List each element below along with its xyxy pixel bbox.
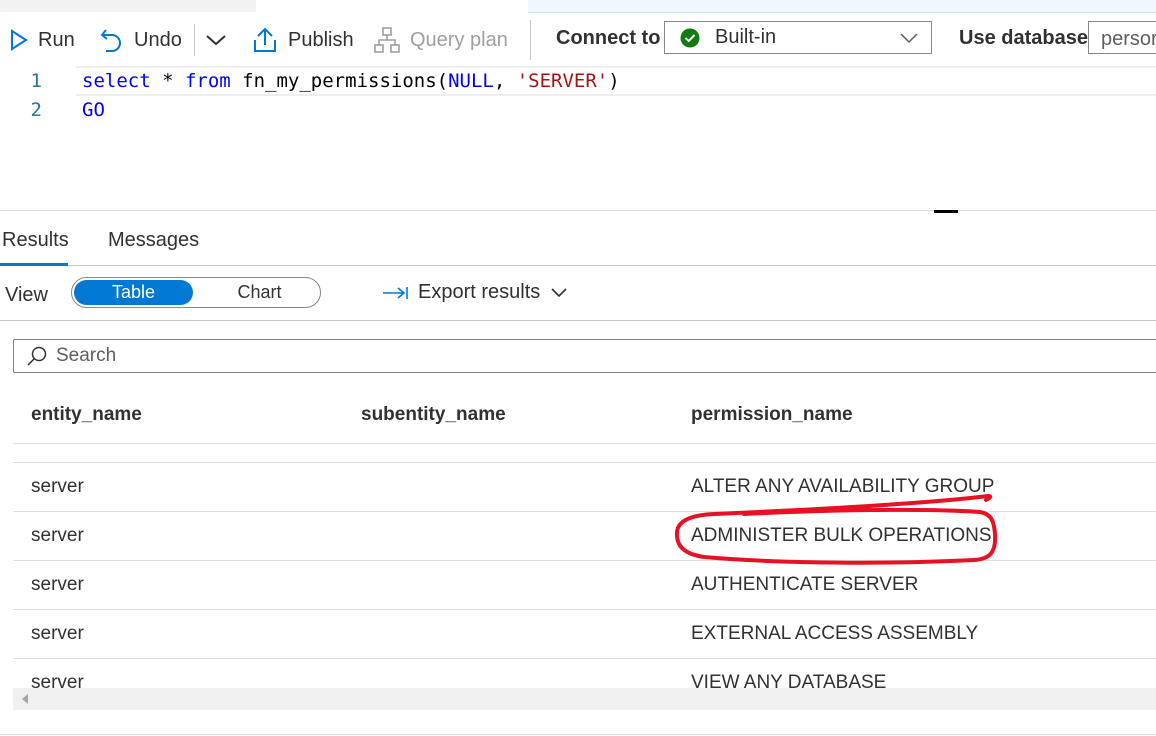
code-function: fn_my_permissions( bbox=[230, 70, 449, 92]
run-button[interactable]: Run bbox=[10, 24, 75, 56]
view-label: View bbox=[5, 284, 48, 306]
query-plan-button[interactable]: Query plan bbox=[374, 24, 508, 56]
chevron-down-icon bbox=[551, 287, 567, 297]
keyword-null: NULL bbox=[448, 70, 494, 92]
tab-results[interactable]: Results bbox=[2, 229, 69, 252]
more-dropdown-button[interactable] bbox=[205, 24, 227, 56]
database-dropdown[interactable]: persor bbox=[1088, 21, 1156, 54]
tab-messages[interactable]: Messages bbox=[108, 229, 199, 252]
code-line-1: select * from fn_my_permissions(NULL, 'S… bbox=[82, 70, 620, 92]
code-line-2: GO bbox=[82, 99, 105, 121]
cell-permission-name: EXTERNAL ACCESS ASSEMBLY bbox=[691, 623, 979, 644]
column-header-permission-name[interactable]: permission_name bbox=[691, 404, 853, 426]
cell-permission-name: AUTHENTICATE SERVER bbox=[691, 574, 919, 595]
code-star: * bbox=[150, 70, 185, 92]
arrow-right-bar-icon bbox=[383, 286, 408, 299]
line-number: 2 bbox=[30, 99, 42, 121]
scroll-left-icon bbox=[22, 694, 28, 704]
code-close-paren: ) bbox=[608, 70, 620, 92]
table-view-option[interactable]: Table bbox=[74, 280, 193, 305]
tabs-divider bbox=[0, 265, 1156, 266]
cell-entity-name: server bbox=[31, 574, 84, 595]
toolbar-divider bbox=[530, 20, 531, 60]
hierarchy-icon bbox=[374, 27, 400, 53]
view-toggle[interactable]: Table Chart bbox=[71, 277, 321, 308]
column-header-subentity-name[interactable]: subentity_name bbox=[361, 404, 506, 426]
play-icon bbox=[11, 29, 28, 51]
chevron-down-icon bbox=[206, 35, 226, 46]
table-row[interactable]: server VIEW ANY DATABASE bbox=[13, 659, 1156, 688]
undo-icon bbox=[100, 29, 121, 52]
export-label: Export results bbox=[418, 281, 541, 303]
pane-splitter[interactable] bbox=[934, 210, 958, 213]
search-input[interactable]: Search bbox=[13, 339, 1156, 373]
connect-to-label: Connect to bbox=[556, 27, 661, 49]
chart-view-option[interactable]: Chart bbox=[212, 280, 307, 305]
bottom-border bbox=[0, 734, 1156, 735]
cell-entity-name: server bbox=[31, 476, 84, 497]
code-comma: , bbox=[493, 70, 517, 92]
connection-value: Built-in bbox=[715, 26, 777, 48]
run-label: Run bbox=[38, 28, 75, 51]
cell-entity-name: server bbox=[31, 525, 84, 546]
cell-permission-name: VIEW ANY DATABASE bbox=[691, 672, 887, 688]
horizontal-scrollbar[interactable] bbox=[13, 688, 1156, 710]
search-icon bbox=[27, 346, 47, 366]
cell-entity-name: server bbox=[31, 672, 84, 688]
publish-button[interactable]: Publish bbox=[252, 24, 354, 56]
code-editor[interactable]: 1 select * from fn_my_permissions(NULL, … bbox=[0, 62, 1156, 210]
view-row-divider bbox=[0, 320, 1156, 321]
tab-strip-right bbox=[528, 0, 1156, 13]
tab-strip-left bbox=[0, 0, 256, 12]
use-database-label: Use database bbox=[959, 27, 1088, 49]
table-row[interactable]: server EXTERNAL ACCESS ASSEMBLY bbox=[13, 610, 1156, 658]
keyword-from: from bbox=[184, 70, 231, 92]
upload-icon bbox=[254, 27, 276, 52]
publish-label: Publish bbox=[288, 28, 354, 51]
table-row[interactable]: server AUTHENTICATE SERVER bbox=[13, 561, 1156, 609]
line-number: 1 bbox=[30, 70, 42, 92]
toolbar-divider bbox=[194, 24, 195, 56]
column-header-entity-name[interactable]: entity_name bbox=[31, 404, 142, 426]
search-placeholder: Search bbox=[56, 345, 117, 366]
editor-line: 2 GO bbox=[0, 95, 1156, 123]
query-plan-label: Query plan bbox=[410, 28, 508, 51]
cell-entity-name: server bbox=[31, 623, 84, 644]
connection-dropdown[interactable]: Built-in bbox=[664, 21, 932, 54]
editor-line: 1 select * from fn_my_permissions(NULL, … bbox=[0, 66, 1156, 96]
chevron-down-icon bbox=[900, 32, 918, 43]
undo-label: Undo bbox=[134, 28, 182, 51]
string-literal: 'SERVER' bbox=[516, 70, 609, 92]
keyword-select: select bbox=[82, 70, 151, 92]
export-results-button[interactable]: Export results bbox=[382, 281, 568, 304]
check-circle-icon bbox=[680, 28, 700, 47]
header-divider bbox=[13, 443, 1156, 444]
annotation-circle bbox=[674, 494, 998, 565]
active-tab-indicator bbox=[0, 263, 68, 266]
undo-button[interactable]: Undo bbox=[100, 24, 182, 56]
editor-border bbox=[0, 210, 1156, 211]
